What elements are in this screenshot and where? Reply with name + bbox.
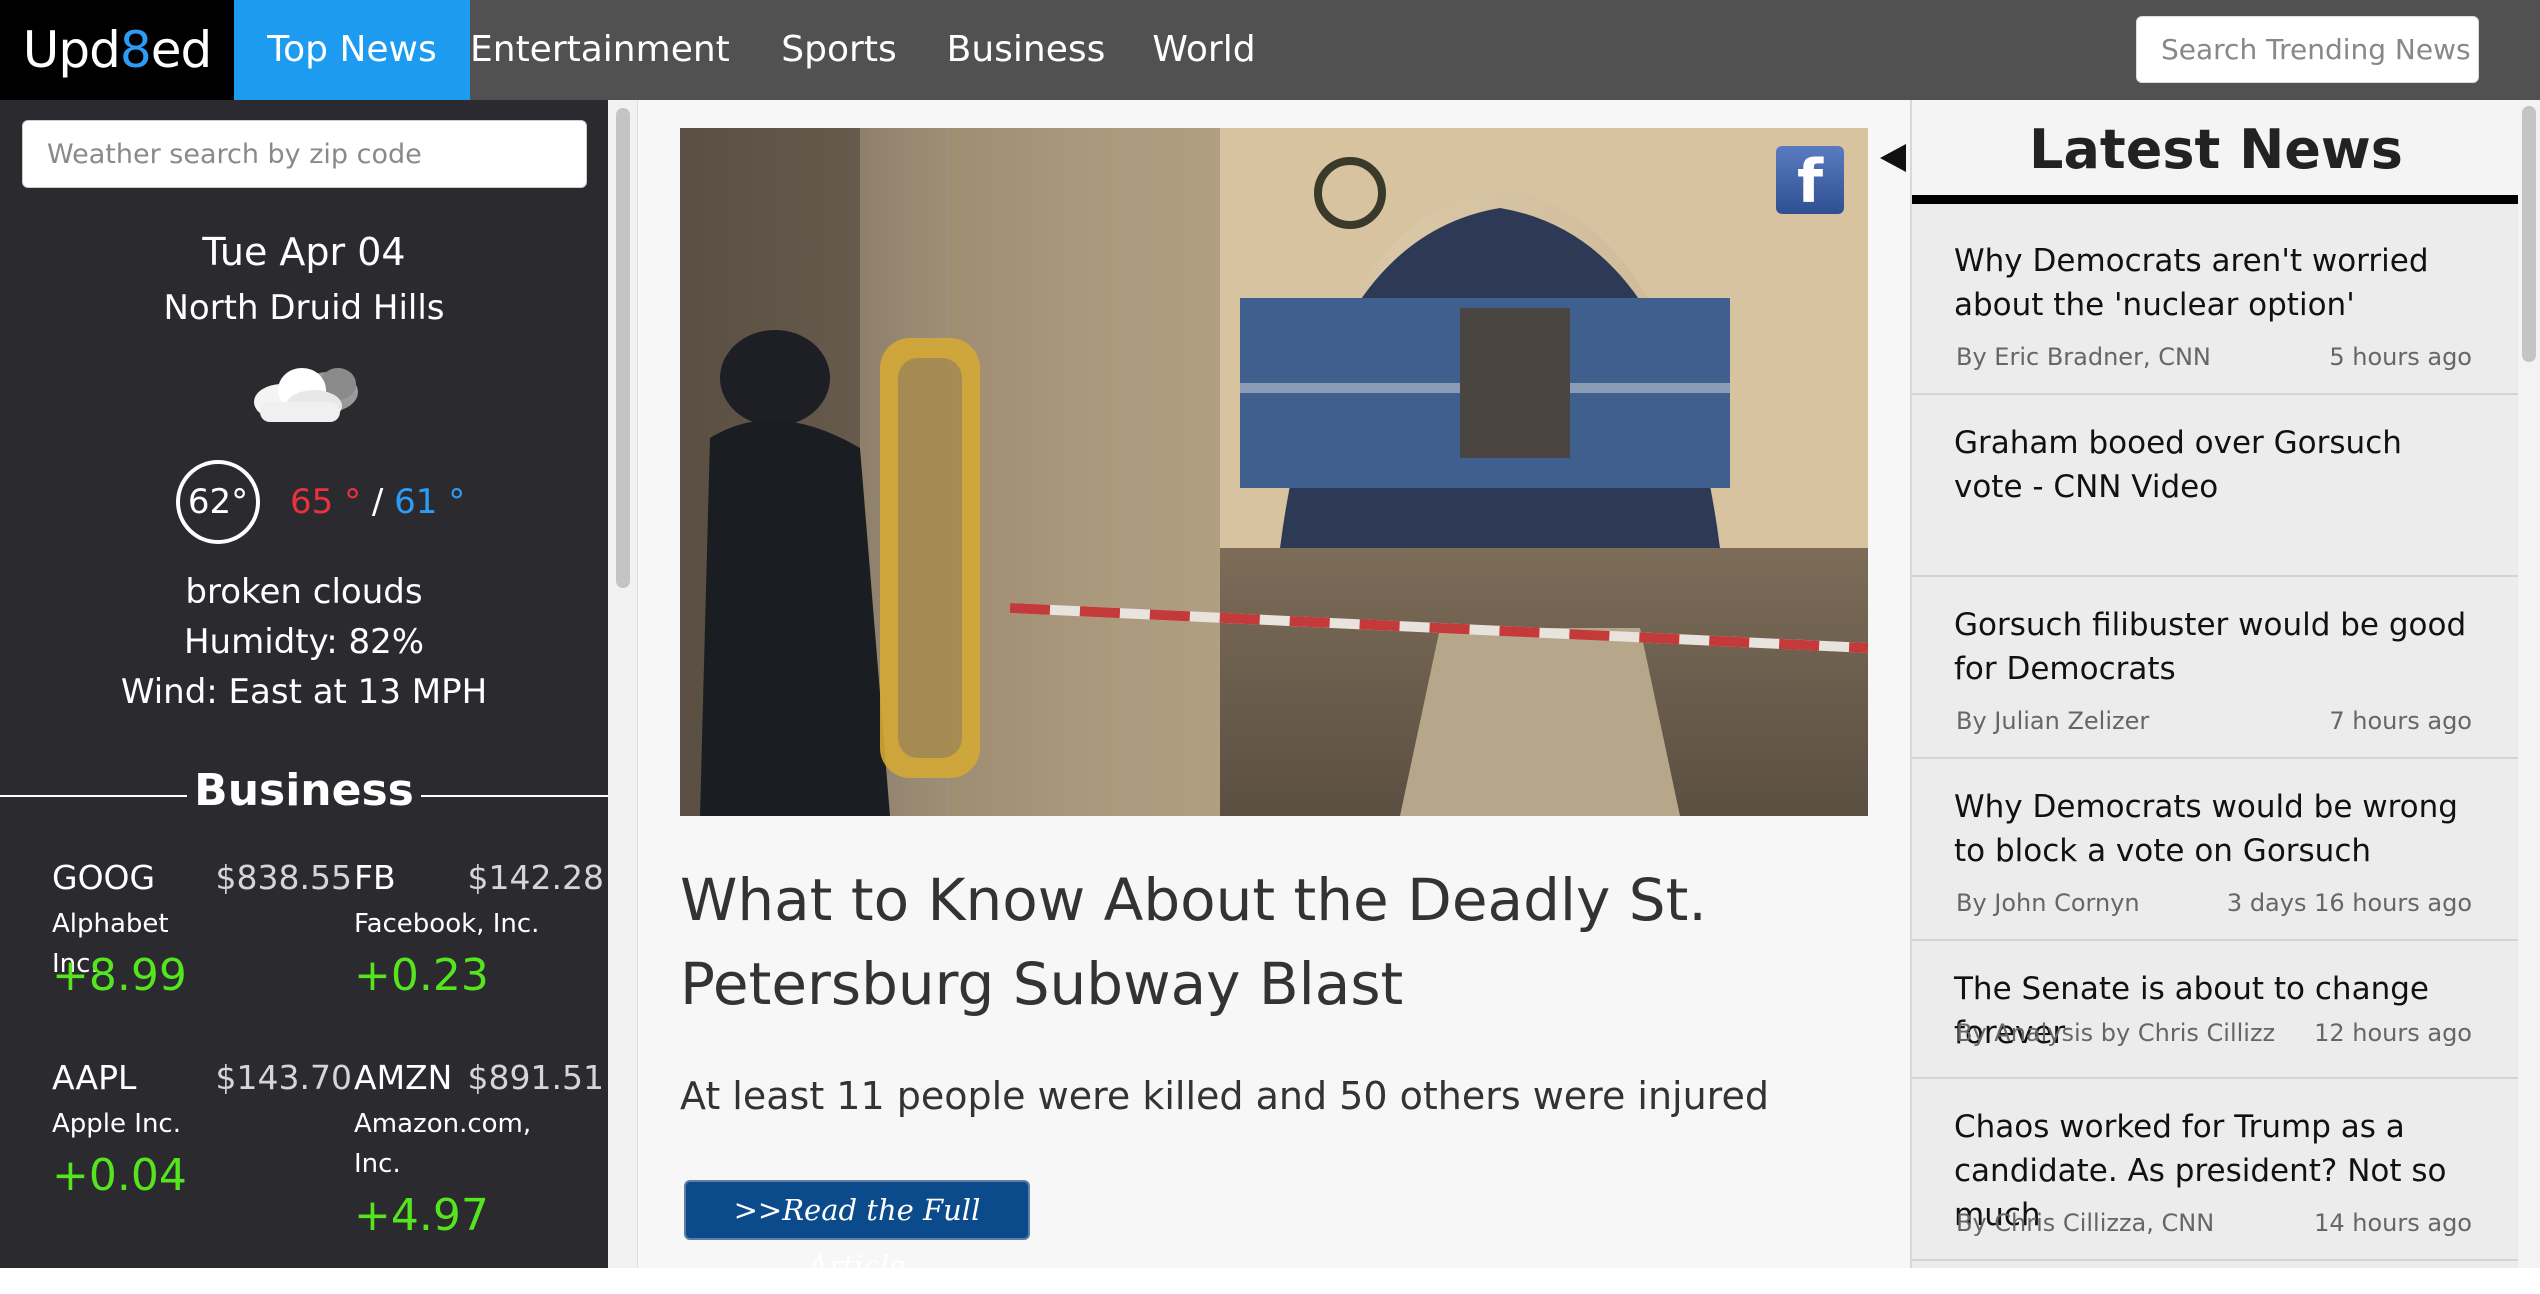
temp-low: 61 ° [394, 482, 466, 522]
read-full-article-button[interactable]: >>Read the Full Article [684, 1180, 1030, 1283]
news-time: 14 hours ago [2314, 1209, 2472, 1237]
temp-range: 65 ° / 61 ° [290, 482, 465, 522]
stock-price: $838.55 [215, 858, 352, 897]
stock-symbol: FB [354, 858, 396, 897]
stock-change: +0.23 [354, 950, 489, 1001]
left-sidebar: Tue Apr 04 North Druid Hills 62° 65 ° / … [0, 100, 608, 1268]
news-item[interactable]: The Senate is about to change forever By… [1912, 941, 2518, 1079]
right-scroll-thumb[interactable] [2522, 106, 2536, 362]
news-time: 7 hours ago [2329, 707, 2472, 735]
logo-text-accent: 8 [119, 21, 152, 79]
tab-world[interactable]: World [1146, 0, 1262, 100]
logo-text-end: ed [150, 21, 212, 79]
stock-change: +4.97 [354, 1190, 489, 1241]
stock-company: Apple Inc. [52, 1109, 181, 1139]
stock-symbol: AMZN [354, 1058, 453, 1097]
news-byline: By Analysis by Chris Cillizza,... [1956, 1019, 2276, 1047]
latest-news-panel: Latest News Why Democrats aren't worried… [1910, 100, 2518, 1268]
stock-company: Amazon.com, Inc. [354, 1109, 532, 1179]
news-item[interactable]: Chaos worked for Trump as a candidate. A… [1912, 1079, 2518, 1261]
article-hero-image[interactable] [680, 128, 1868, 816]
cloud-icon [254, 368, 358, 422]
news-time: 12 hours ago [2314, 1019, 2472, 1047]
news-item[interactable]: Gorsuch filibuster would be good for Dem… [1912, 577, 2518, 759]
news-headline: Graham booed over Gorsuch vote - CNN Vid… [1954, 425, 2402, 505]
news-headline: Why Democrats aren't worried about the '… [1954, 243, 2429, 323]
stock-amzn[interactable]: AMZN $891.51 Amazon.com, Inc. +4.97 [354, 1058, 604, 1268]
stock-change: +0.04 [52, 1150, 187, 1201]
tab-entertainment[interactable]: Entertainment [470, 0, 730, 100]
stock-symbol: GOOG [52, 858, 156, 897]
right-scrollbar[interactable] [2518, 100, 2540, 1268]
search-trending-input[interactable] [2136, 16, 2479, 83]
stock-change: +8.99 [52, 950, 187, 1001]
news-time: 5 hours ago [2329, 343, 2472, 371]
article-title[interactable]: What to Know About the Deadly St. Peters… [680, 858, 1880, 1026]
current-temp: 62° [176, 460, 260, 544]
site-logo[interactable]: Upd8ed [0, 0, 234, 100]
stock-symbol: AAPL [52, 1058, 137, 1097]
temp-separator: / [371, 482, 384, 522]
business-heading: Business [187, 765, 421, 816]
stock-price: $142.28 [467, 858, 604, 897]
left-scroll-thumb[interactable] [616, 108, 630, 588]
stock-price: $143.70 [215, 1058, 352, 1097]
weather-wind: Wind: East at 13 MPH [120, 672, 488, 712]
stock-company: Facebook, Inc. [354, 909, 540, 939]
logo-text-start: Upd [22, 21, 121, 79]
temp-high: 65 ° [290, 482, 362, 522]
latest-news-header: Latest News [1912, 100, 2518, 204]
news-headline: Why Democrats would be wrong to block a … [1954, 789, 2458, 869]
stock-goog[interactable]: GOOG $838.55 Alphabet Inc. +8.99 [52, 858, 352, 1038]
news-item[interactable]: Why Democrats aren't worried about the '… [1912, 213, 2518, 395]
stock-fb[interactable]: FB $142.28 Facebook, Inc. +0.23 [354, 858, 604, 1038]
top-nav-bar: Upd8ed Top News Entertainment Sports Bus… [0, 0, 2540, 100]
collapse-arrow-icon[interactable] [1880, 144, 1906, 172]
news-headline: Gorsuch filibuster would be good for Dem… [1954, 607, 2467, 687]
latest-news-title: Latest News [2029, 118, 2403, 181]
tab-sports[interactable]: Sports [768, 0, 910, 100]
weather-humidity: Humidty: 82% [183, 622, 425, 662]
weather-date: Tue Apr 04 [202, 230, 406, 274]
main-article: f What to Know About the Deadly St. Pete… [638, 100, 1910, 1283]
tab-top-news[interactable]: Top News [234, 0, 470, 100]
weather-zip-input[interactable] [22, 120, 587, 188]
news-item[interactable]: Why Democrats would be wrong to block a … [1912, 759, 2518, 941]
article-subtitle: At least 11 people were killed and 50 ot… [680, 1074, 1769, 1118]
weather-city: North Druid Hills [163, 288, 445, 328]
weather-description: broken clouds [185, 572, 423, 612]
stock-aapl[interactable]: AAPL $143.70 Apple Inc. +0.04 [52, 1058, 352, 1238]
news-byline: By Eric Bradner, CNN [1956, 343, 2211, 371]
news-time: 3 days 16 hours ago [2226, 889, 2472, 917]
facebook-icon[interactable]: f [1776, 146, 1844, 217]
tab-business[interactable]: Business [936, 0, 1116, 100]
news-byline: By Julian Zelizer [1956, 707, 2150, 735]
stock-price: $891.51 [467, 1058, 604, 1097]
left-scrollbar[interactable] [608, 100, 638, 1268]
news-byline: By Chris Cillizza, CNN [1956, 1209, 2215, 1237]
news-item[interactable]: Graham booed over Gorsuch vote - CNN Vid… [1912, 395, 2518, 577]
